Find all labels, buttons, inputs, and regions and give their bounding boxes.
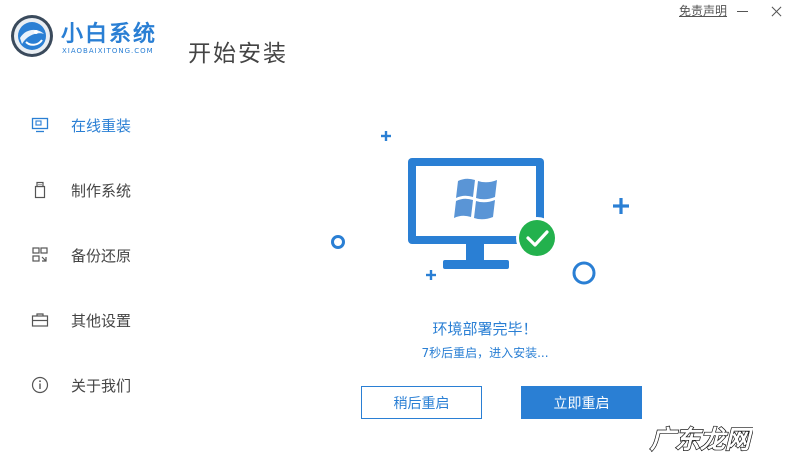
sidebar-item-about-us[interactable]: 关于我们	[0, 365, 200, 405]
restart-later-button[interactable]: 稍后重启	[361, 386, 482, 419]
sidebar-item-online-reinstall[interactable]: 在线重装	[0, 105, 200, 145]
page-title: 开始安装	[188, 41, 288, 67]
restart-now-button[interactable]: 立即重启	[521, 386, 642, 419]
usb-drive-icon	[34, 181, 46, 199]
plus-decoration-icon	[381, 131, 391, 141]
sidebar-item-backup-restore[interactable]: 备份还原	[0, 235, 200, 275]
sidebar-item-label: 在线重装	[71, 117, 132, 135]
sidebar-item-label: 备份还原	[71, 247, 132, 265]
minimize-button[interactable]	[733, 2, 753, 20]
status-title: 环境部署完毕！	[432, 320, 538, 338]
sidebar-item-make-system[interactable]: 制作系统	[0, 170, 200, 210]
disclaimer-link[interactable]: 免责声明	[679, 2, 727, 19]
close-button[interactable]	[766, 2, 786, 20]
ring-decoration-icon	[331, 235, 345, 249]
install-complete-illustration	[331, 131, 629, 285]
check-badge-icon	[516, 217, 558, 259]
brand-name: 小白系统	[61, 22, 158, 47]
plus-decoration-icon	[426, 270, 436, 280]
sidebar-item-label: 关于我们	[71, 377, 132, 395]
monitor-icon	[31, 117, 49, 133]
toolbox-icon	[31, 313, 49, 327]
watermark-text: 广东龙网	[650, 425, 753, 454]
info-icon	[31, 376, 49, 394]
watermark-logo: 广东龙网	[649, 424, 753, 454]
grid-restore-icon	[32, 247, 48, 262]
plus-decoration-icon	[613, 198, 629, 214]
minimize-icon	[737, 11, 748, 12]
ring-decoration-icon	[572, 261, 596, 285]
sidebar-item-label: 其他设置	[71, 312, 132, 330]
brand-domain: XIAOBAIXITONG.COM	[62, 47, 154, 55]
sidebar-item-other-settings[interactable]: 其他设置	[0, 300, 200, 340]
sidebar-item-label: 制作系统	[71, 182, 132, 200]
xiaobai-logo-icon	[11, 15, 53, 57]
countdown-text: 7秒后重启，进入安装...	[421, 346, 549, 360]
